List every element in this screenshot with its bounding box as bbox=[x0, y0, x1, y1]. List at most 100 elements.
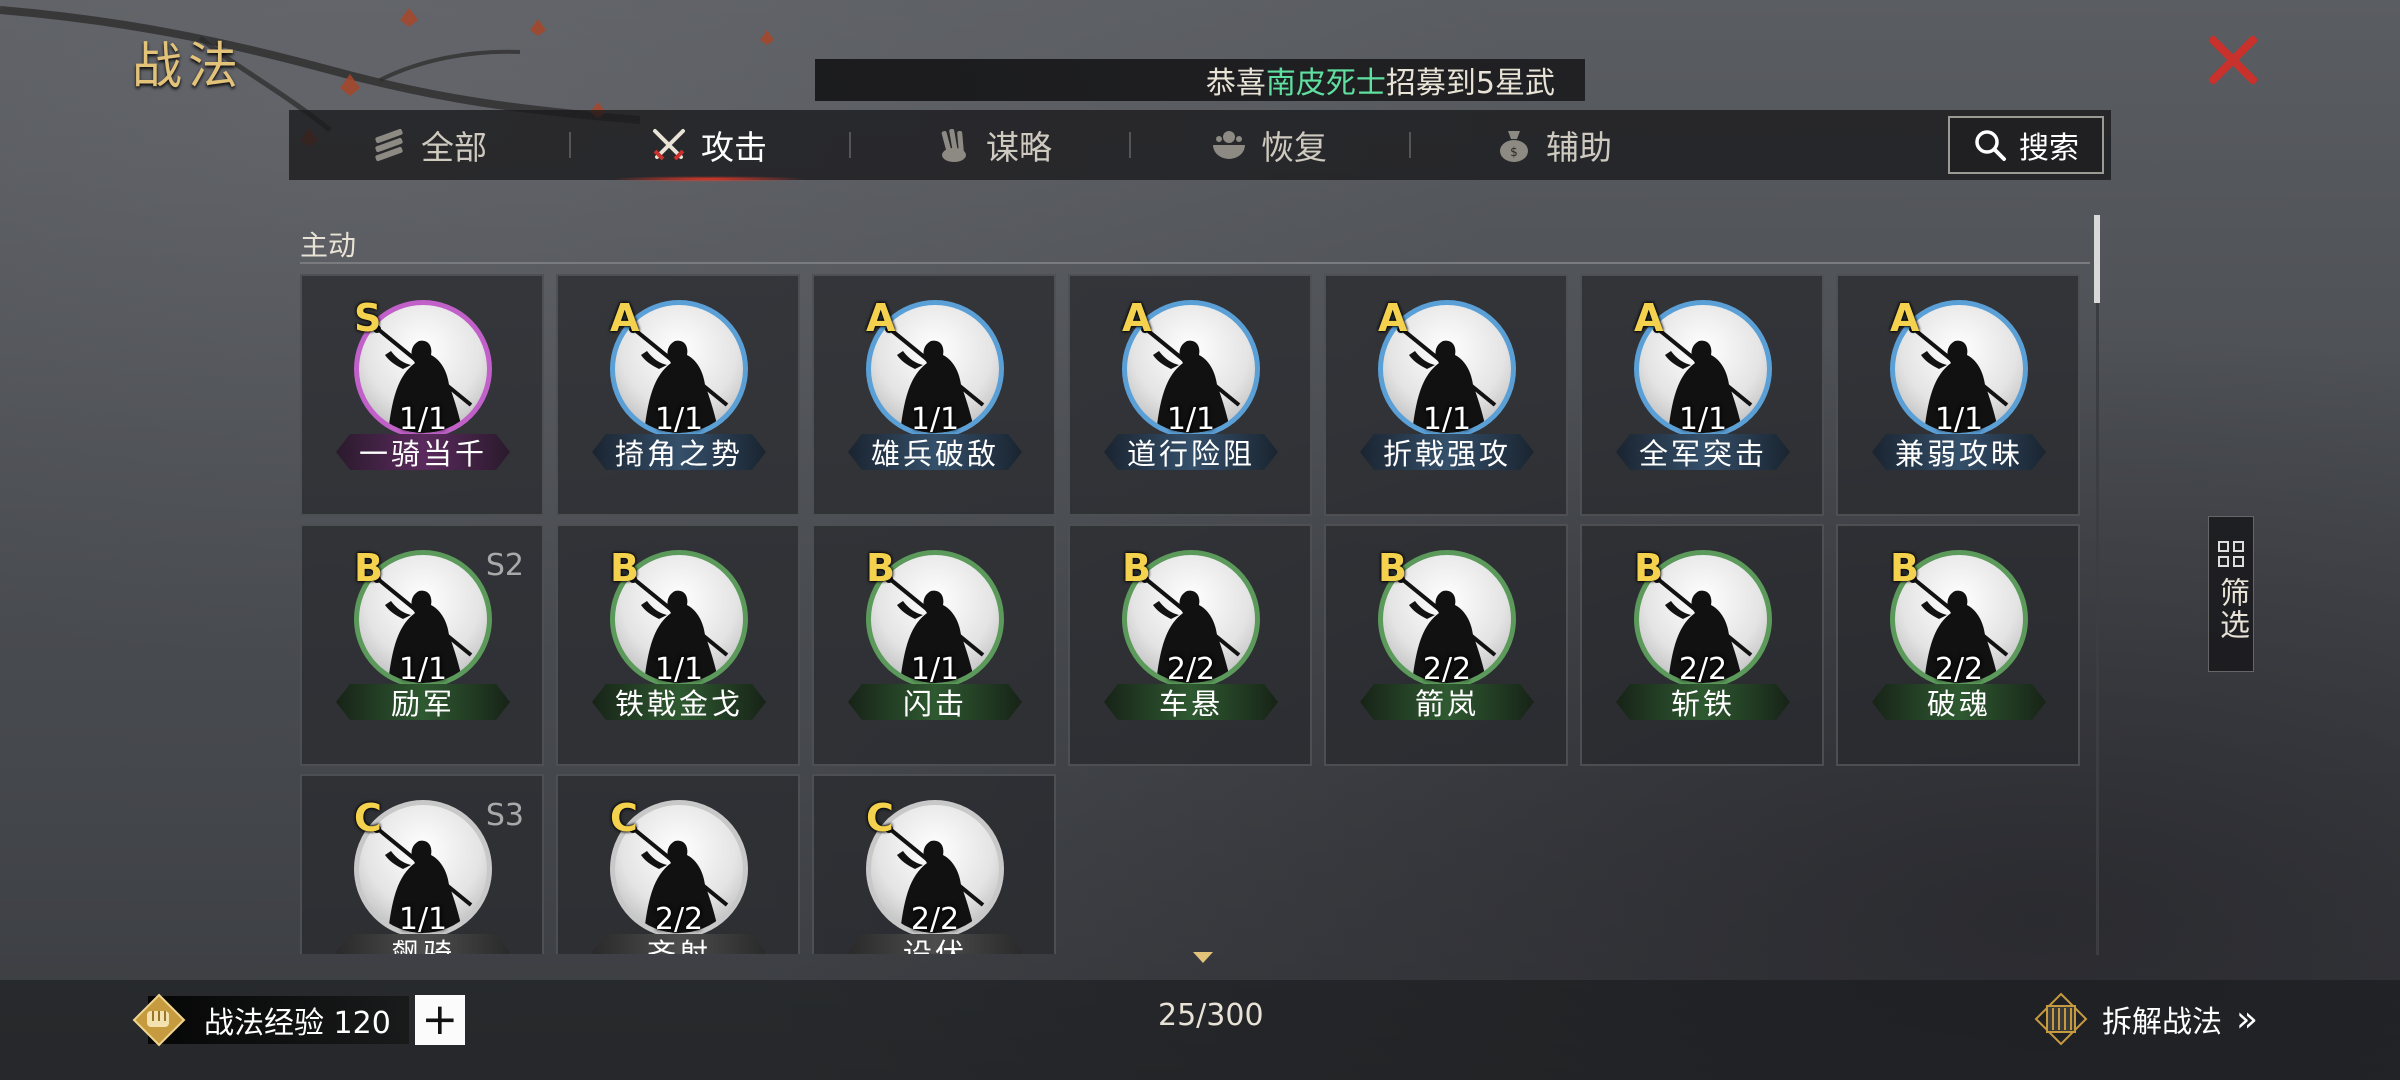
tactic-stock-count: 1/1 bbox=[1678, 402, 1728, 437]
tactic-name: 道行险阻 bbox=[1104, 434, 1278, 470]
grade-badge: S bbox=[354, 296, 382, 340]
grade-badge: A bbox=[866, 296, 896, 340]
grade-badge: C bbox=[866, 796, 894, 840]
tactic-name: 掎角之势 bbox=[592, 434, 766, 470]
tactic-card[interactable]: C 2/2 设伏 bbox=[812, 774, 1056, 954]
section-title: 主动 bbox=[300, 229, 357, 262]
add-exp-button[interactable]: + bbox=[414, 995, 465, 1045]
tactic-stock-count: 1/1 bbox=[654, 652, 704, 687]
all-scrolls-icon bbox=[369, 125, 409, 165]
tactic-name: 一骑当千 bbox=[336, 434, 510, 470]
grade-badge: B bbox=[610, 546, 639, 590]
tactic-name: 铁戟金戈 bbox=[592, 684, 766, 720]
tactic-exp-panel: 战法经验 120 + bbox=[132, 992, 465, 1048]
tactic-name: 飙骑 bbox=[336, 934, 510, 954]
page-title: 战法 bbox=[132, 37, 244, 95]
tactic-stock-count: 2/2 bbox=[1422, 652, 1472, 687]
filter-label: 筛选 bbox=[2214, 577, 2249, 641]
tactic-name: 兼弱攻昧 bbox=[1872, 434, 2046, 470]
tab-support[interactable]: $ 辅助 bbox=[1494, 110, 1612, 180]
tactic-stock-count: 1/1 bbox=[398, 902, 448, 937]
grade-badge: B bbox=[1890, 546, 1919, 590]
tactic-card[interactable]: A 1/1 道行险阻 bbox=[1068, 274, 1312, 516]
tactic-stock-count: 1/1 bbox=[1166, 402, 1216, 437]
announcement-banner: 恭喜 南皮死士 招募到5星武 bbox=[815, 59, 1585, 101]
search-label: 搜索 bbox=[2019, 131, 2079, 166]
scrollbar-track[interactable] bbox=[2096, 215, 2099, 955]
grade-badge: B bbox=[354, 546, 383, 590]
tab-all[interactable]: 全部 bbox=[369, 110, 487, 180]
season-tag: S2 bbox=[485, 548, 524, 583]
tactic-card[interactable]: A 1/1 全军突击 bbox=[1580, 274, 1824, 516]
grade-badge: A bbox=[1890, 296, 1920, 340]
tab-divider bbox=[1409, 132, 1411, 158]
support-bag-icon: $ bbox=[1494, 125, 1534, 165]
category-tab-bar: 全部 攻击 谋略 恢复 $ 辅助 bbox=[289, 110, 2111, 182]
tactic-card[interactable]: B 2/2 破魂 bbox=[1836, 524, 2080, 766]
grade-badge: B bbox=[1122, 546, 1151, 590]
dismantle-label: 拆解战法 bbox=[2102, 1005, 2222, 1040]
tactic-card[interactable]: B 1/1 铁戟金戈 bbox=[556, 524, 800, 766]
banner-prefix: 恭喜 bbox=[1205, 66, 1266, 101]
tactic-exp-value: 战法经验 120 bbox=[148, 996, 409, 1044]
tab-attack[interactable]: 攻击 bbox=[609, 110, 807, 182]
scroll-more-indicator bbox=[1193, 952, 1213, 963]
grade-badge: C bbox=[354, 796, 382, 840]
tactic-stock-count: 1/1 bbox=[910, 652, 960, 687]
tactic-name: 斩铁 bbox=[1616, 684, 1790, 720]
dismantle-tactic-button[interactable]: 拆解战法 » bbox=[2034, 992, 2258, 1046]
grade-badge: B bbox=[1378, 546, 1407, 590]
filter-grid-icon bbox=[2218, 541, 2244, 567]
tactic-name: 设伏 bbox=[848, 934, 1022, 954]
tactic-card[interactable]: B S2 1/1 励军 bbox=[300, 524, 544, 766]
grade-badge: A bbox=[1122, 296, 1152, 340]
tactic-card[interactable]: B 2/2 箭岚 bbox=[1324, 524, 1568, 766]
tab-strategy[interactable]: 谋略 bbox=[934, 110, 1052, 180]
search-button[interactable]: 搜索 bbox=[1948, 116, 2104, 174]
grade-badge: B bbox=[1634, 546, 1663, 590]
tactic-card[interactable]: B 2/2 车悬 bbox=[1068, 524, 1312, 766]
tactic-card[interactable]: A 1/1 掎角之势 bbox=[556, 274, 800, 516]
tactic-stock-count: 2/2 bbox=[654, 902, 704, 937]
tactic-card[interactable]: S 1/1 一骑当千 bbox=[300, 274, 544, 516]
tactic-stock-count: 2/2 bbox=[1166, 652, 1216, 687]
crossed-swords-icon bbox=[649, 125, 689, 165]
grade-badge: B bbox=[866, 546, 895, 590]
tactic-card[interactable]: A 1/1 兼弱攻昧 bbox=[1836, 274, 2080, 516]
filter-button[interactable]: 筛选 bbox=[2208, 516, 2254, 672]
tactic-name: 励军 bbox=[336, 684, 510, 720]
tactic-stock-count: 1/1 bbox=[398, 402, 448, 437]
banner-highlight: 南皮死士 bbox=[1265, 66, 1386, 101]
tactic-stock-count: 1/1 bbox=[654, 402, 704, 437]
tactic-stock-count: 2/2 bbox=[910, 902, 960, 937]
close-icon[interactable] bbox=[2202, 30, 2262, 90]
tactic-name: 折戟强攻 bbox=[1360, 434, 1534, 470]
tactic-card[interactable]: A 1/1 雄兵破敌 bbox=[812, 274, 1056, 516]
tactic-card-grid: S 1/1 一骑当千 A 1/1 掎角之势 A 1/1 雄兵破敌 A 1/1 道行险阻 A 1/1 折戟强攻… bbox=[300, 270, 2090, 954]
tactic-name: 闪击 bbox=[848, 684, 1022, 720]
restore-bowl-icon bbox=[1209, 125, 1249, 165]
tab-label: 全部 bbox=[421, 128, 487, 167]
tab-divider bbox=[1129, 132, 1131, 158]
season-tag: S3 bbox=[485, 798, 524, 833]
tab-label: 攻击 bbox=[701, 128, 767, 167]
tactic-stock-count: 2/2 bbox=[1678, 652, 1728, 687]
grade-badge: A bbox=[610, 296, 640, 340]
double-chevron-right-icon: » bbox=[2236, 998, 2259, 1040]
tactic-name: 齐射 bbox=[592, 934, 766, 954]
tactic-card[interactable]: C 2/2 齐射 bbox=[556, 774, 800, 954]
scrollbar-thumb[interactable] bbox=[2094, 215, 2100, 303]
tactic-card[interactable]: C S3 1/1 飙骑 bbox=[300, 774, 544, 954]
tactic-card[interactable]: B 2/2 斩铁 bbox=[1580, 524, 1824, 766]
tactic-card[interactable]: A 1/1 折戟强攻 bbox=[1324, 274, 1568, 516]
tab-divider bbox=[569, 132, 571, 158]
tactic-card[interactable]: B 1/1 闪击 bbox=[812, 524, 1056, 766]
tactic-name: 破魂 bbox=[1872, 684, 2046, 720]
tab-label: 辅助 bbox=[1546, 128, 1612, 167]
tactic-name: 箭岚 bbox=[1360, 684, 1534, 720]
tab-restore[interactable]: 恢复 bbox=[1209, 110, 1327, 180]
tactic-stock-count: 1/1 bbox=[1422, 402, 1472, 437]
fist-badge-icon bbox=[132, 993, 186, 1047]
tactic-stock-count: 2/2 bbox=[1934, 652, 1984, 687]
svg-text:$: $ bbox=[1510, 145, 1518, 159]
